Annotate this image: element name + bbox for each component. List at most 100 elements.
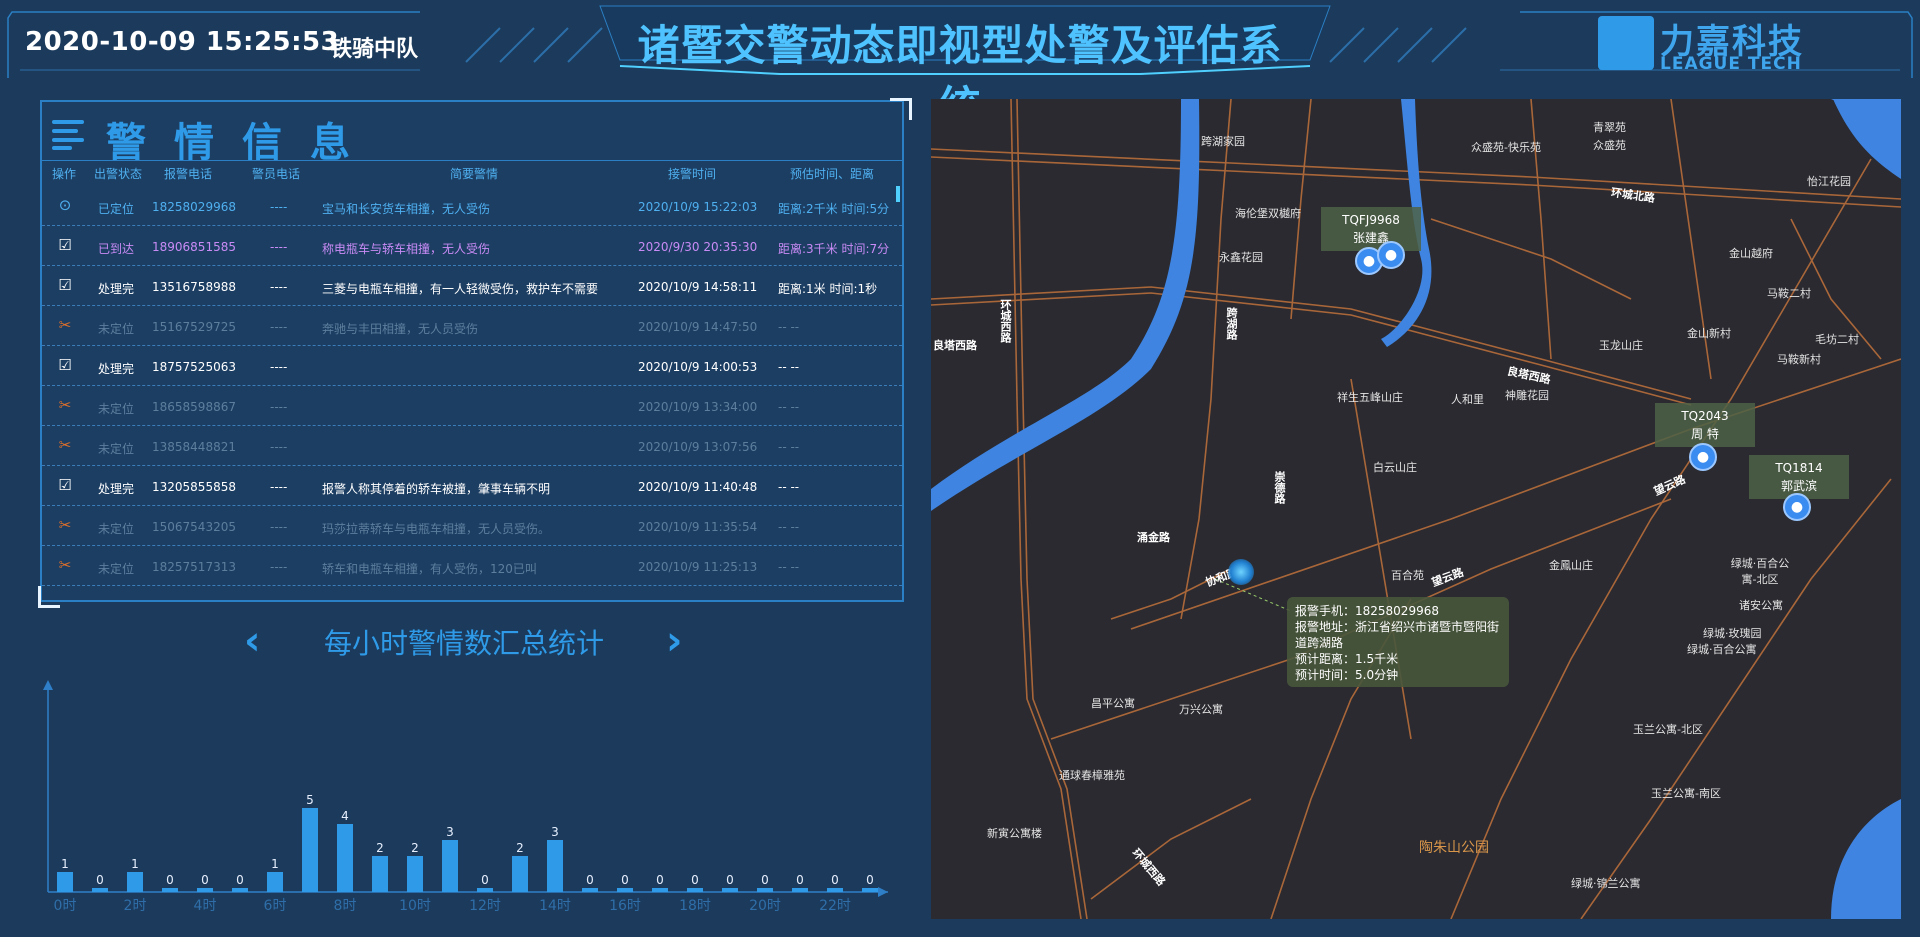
scissors-icon[interactable]: ✂ [56, 316, 74, 334]
place-label: 海伦堡双樾府 [1235, 207, 1301, 220]
police-car-icon[interactable]: ● [1783, 493, 1811, 521]
officer-phone: ---- [270, 240, 288, 254]
tick-label: 18时 [679, 898, 711, 914]
scissors-icon[interactable]: ✂ [56, 516, 74, 534]
table-row[interactable]: ✂ 未定位 13858448821 ---- 2020/10/9 13:07:56 -- … [42, 426, 902, 466]
chart-bar [57, 872, 73, 892]
table-row[interactable]: ☑ 处理完 13205855858 ---- 报警人称其停着的轿车被撞，肇事车辆不明 20… [42, 466, 902, 506]
place-label: 青翠苑 [1593, 121, 1626, 134]
data-label: 1 [131, 857, 139, 871]
table-row[interactable]: ✂ 未定位 18257517313 ---- 轿车和电瓶车相撞，有人受伤，120已叫 20… [42, 546, 902, 586]
scissors-icon[interactable]: ✂ [56, 436, 74, 454]
officer-phone: ---- [270, 520, 288, 534]
place-label: 跨湖家园 [1201, 135, 1245, 148]
tick-label: 22时 [819, 898, 851, 914]
unit-officer: 张建鑫 [1352, 231, 1389, 245]
data-label: 0 [621, 873, 629, 887]
chart-bar [162, 888, 178, 892]
checkbox-icon[interactable]: ☑ [56, 356, 74, 374]
place-label: 金山新村 [1687, 327, 1731, 340]
table-header: 操作 出警状态 报警电话 警员电话 简要警情 接警时间 预估时间、距离 [42, 160, 902, 184]
checkbox-icon[interactable]: ☑ [56, 276, 74, 294]
alert-estimate: -- -- [778, 400, 800, 414]
data-label: 2 [516, 841, 524, 855]
place-label: 金鳳山庄 [1549, 559, 1593, 572]
chart-bar [302, 808, 318, 892]
data-label: 0 [166, 873, 174, 887]
status-text: 已到达 [98, 242, 135, 256]
dashboard: 2020-10-09 15:25:53 铁骑中队 诸暨交警动态即视型处警及评估系… [0, 0, 1920, 937]
officer-phone: ---- [270, 280, 288, 294]
police-unit-label[interactable]: TQFJ9968 张建鑫 [1321, 207, 1421, 251]
scissors-icon[interactable]: ✂ [56, 396, 74, 414]
alert-time: 2020/10/9 14:47:50 [638, 320, 758, 334]
data-label: 0 [691, 873, 699, 887]
status-text: 未定位 [98, 562, 135, 576]
place-label: 众盛苑 [1593, 139, 1626, 152]
data-label: 0 [796, 873, 804, 887]
incident-marker-icon[interactable] [1228, 559, 1254, 585]
place-label: 神雕花园 [1505, 389, 1549, 402]
hourly-chart: 1 0 1 0 0 0 1 5 4 2 2 3 0 2 3 0 0 0 0 0 0 0 0 0 0时 2时 4时 6时 8时 10时 12时… [43, 680, 888, 914]
chevron-right-icon[interactable]: › [666, 618, 682, 664]
place-label: 众盛苑-快乐苑 [1471, 141, 1541, 154]
place-label: 绿城·百合公寓 [1687, 643, 1757, 656]
table-row[interactable]: ✂ 未定位 18658598867 ---- 2020/10/9 13:34:00 -- … [42, 386, 902, 426]
data-label: 0 [761, 873, 769, 887]
alert-estimate: -- -- [778, 560, 800, 574]
data-label: 3 [446, 825, 454, 839]
chart-bar [197, 888, 213, 892]
caller-phone: 18257517313 [152, 560, 236, 574]
table-row[interactable]: ☑ 已到达 18906851585 ---- 称电瓶车与轿车相撞，无人受伤 2020/9/… [42, 226, 902, 266]
data-label: 1 [61, 857, 69, 871]
officer-phone: ---- [270, 360, 288, 374]
chart-bar [547, 840, 563, 892]
police-car-icon[interactable]: ● [1689, 443, 1717, 471]
status-text: 未定位 [98, 442, 135, 456]
map-view[interactable]: 跨湖家园 众盛苑-快乐苑 青翠苑 众盛苑 怡江花园 海伦堡双樾府 永鑫花园 金山… [931, 99, 1901, 919]
officer-phone: ---- [270, 320, 288, 334]
caller-phone: 18757525063 [152, 360, 236, 374]
police-car-icon[interactable]: ● [1377, 241, 1405, 269]
police-unit-label[interactable]: TQ2043 周 特 [1655, 403, 1755, 447]
status-text: 已定位 [98, 202, 135, 216]
place-label: 怡江花园 [1807, 175, 1851, 188]
checkbox-icon[interactable]: ☑ [56, 476, 74, 494]
alert-time: 2020/9/30 20:35:30 [638, 240, 758, 254]
scrollbar[interactable] [896, 186, 900, 202]
menu-icon[interactable] [52, 120, 84, 150]
chevron-left-icon[interactable]: ‹ [244, 618, 260, 664]
data-label: 0 [656, 873, 664, 887]
place-label: 金山越府 [1729, 247, 1773, 260]
table-row[interactable]: ⊙ 已定位 18258029968 ---- 宝马和长安货车相撞，无人受伤 2020/10… [42, 186, 902, 226]
caller-phone: 15067543205 [152, 520, 236, 534]
table-row[interactable]: ☑ 处理完 18757525063 ---- 2020/10/9 14:00:53 -- … [42, 346, 902, 386]
place-label: 白云山庄 [1373, 461, 1417, 474]
stats-title: 每小时警情数汇总统计 [324, 627, 605, 660]
table-row[interactable]: ✂ 未定位 15067543205 ---- 玛莎拉蒂轿车与电瓶车相撞，无人员受伤。 20… [42, 506, 902, 546]
status-text: 处理完 [98, 482, 135, 496]
chart-bar [687, 888, 703, 892]
location-pin-icon[interactable]: ⊙ [56, 196, 74, 214]
chart-bar [827, 888, 843, 892]
popup-address-cont: 道跨湖路 [1295, 636, 1344, 650]
place-label: 玉兰公寓-北区 [1633, 723, 1703, 736]
officer-phone: ---- [270, 200, 288, 214]
corner-decoration [890, 98, 912, 120]
caller-phone: 13516758988 [152, 280, 236, 294]
status-text: 未定位 [98, 322, 135, 336]
alert-time: 2020/10/9 11:25:13 [638, 560, 758, 574]
table-row[interactable]: ☑ 处理完 13516758988 ---- 三菱与电瓶车相撞，有一人轻微受伤，救护车不… [42, 266, 902, 306]
table-row[interactable]: ✂ 未定位 15167529725 ---- 奔驰与丰田相撞，无人员受伤 2020/10/… [42, 306, 902, 346]
tick-label: 16时 [609, 898, 641, 914]
team-name: 铁骑中队 [330, 37, 419, 62]
alert-summary: 称电瓶车与轿车相撞，无人受伤 [322, 242, 491, 256]
chart-bar [477, 888, 493, 892]
unit-plate: TQ1814 [1775, 461, 1823, 475]
data-label: 0 [481, 873, 489, 887]
checkbox-icon[interactable]: ☑ [56, 236, 74, 254]
scissors-icon[interactable]: ✂ [56, 556, 74, 574]
chart-bar [232, 888, 248, 892]
place-label: 玉兰公寓-南区 [1651, 787, 1721, 800]
chart-bar [407, 856, 423, 892]
